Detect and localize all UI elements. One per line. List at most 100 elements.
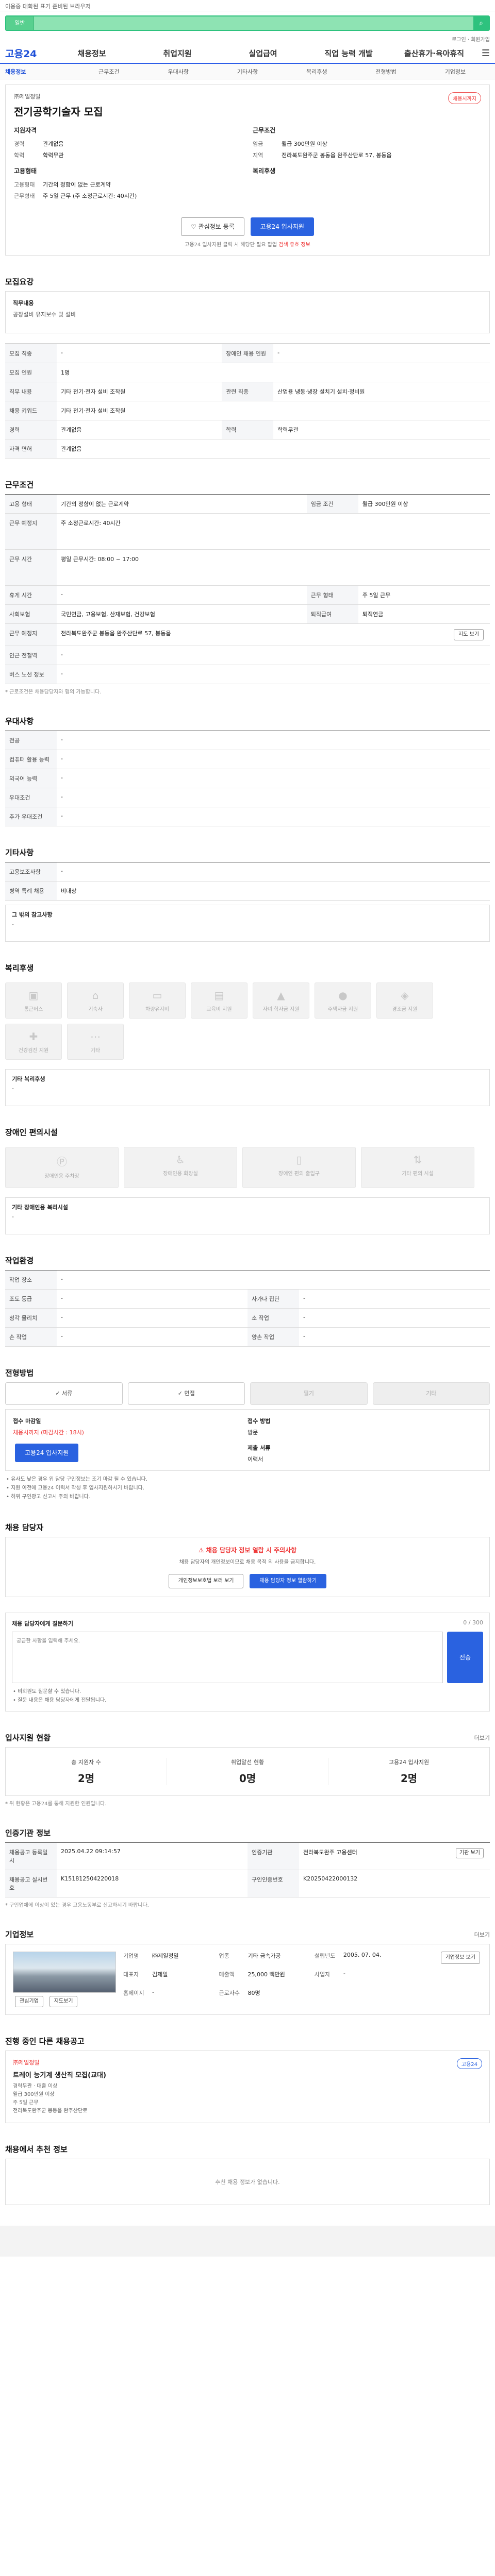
search-input[interactable] [34, 16, 473, 30]
tab-recruit[interactable]: 채용정보 [5, 67, 74, 76]
cell-value: 퇴직연금 [358, 604, 490, 624]
search-category[interactable]: 일반 [6, 16, 34, 30]
gnb-item-benefit[interactable]: 실업급여 [223, 48, 303, 59]
like-button[interactable]: ♡ 관심정보 등록 [181, 217, 244, 236]
qa-note: • 질문 내용은 채용 담당자에게 전달됩니다. [13, 1698, 107, 1703]
kv-label: 경력 [14, 141, 25, 147]
apply-note-link[interactable]: 검색 유효 정보 [278, 242, 310, 248]
corp-actions: 기업정보 보기 [420, 1952, 482, 2007]
cell-value: 기간의 정함이 없는 근로계약 [57, 494, 307, 514]
stats-more-link[interactable]: 더보기 [474, 1734, 490, 1742]
cell-value: - [57, 807, 490, 826]
section-title: 모집요강 [5, 277, 34, 286]
stat-label: 고용24 입사지원 [388, 1759, 430, 1766]
tab-pref[interactable]: 우대사항 [144, 67, 213, 76]
cell-value: - [57, 1327, 248, 1347]
apply-info-box: 접수 마감일 채용시까지 (마감시간 : 18시) 고용24 입사지원 접수 방… [5, 1409, 490, 1471]
map-button[interactable]: 지도 보기 [454, 629, 484, 640]
env-table: 작업 장소 - 조도 등급 - 사가나 집단 - 청각 물리치 - 소 작업 - 손 작업 - 양… [5, 1270, 490, 1347]
cell-label: 우대조건 [5, 788, 57, 807]
cell-label: 버스 노선 정보 [5, 665, 57, 684]
house-icon: ⌂ [92, 989, 99, 1002]
table-row: 근무 예정지 주 소정근로시간: 40시간 [5, 513, 490, 550]
summary-employ-title: 고용형태 [14, 167, 37, 175]
cell-value: - [57, 769, 490, 788]
section-method: 전형방법 ✓ 서류 ✓ 면접 필기 기타 접수 마감일 채용시까지 (마감시간 … [0, 1367, 495, 1501]
job-title: 전기공학기술자 모집 [14, 106, 103, 118]
manager-warn: ⚠ 채용 담당자 정보 열람 시 주의사항 [14, 1546, 481, 1554]
section-manager: 채용 담당자 ⚠ 채용 담당자 정보 열람 시 주의사항 채용 담당자의 개인정… [0, 1522, 495, 1597]
cell-value: K20250422000132 [303, 1875, 358, 1882]
company-photo [13, 1952, 116, 1993]
cell-value: 기타 전기·전자 설비 조작원 [57, 382, 222, 401]
stat-label: 취업알선 현황 [230, 1759, 265, 1766]
gnb-item-leave[interactable]: 출산휴가·육아휴직 [394, 48, 474, 59]
tab-corp[interactable]: 기업정보 [421, 67, 490, 76]
job-desc-title: 직무내용 [13, 300, 34, 307]
elevator-icon: ⇅ [413, 1154, 422, 1166]
cell-label: 근무 형태 [306, 585, 358, 605]
view-manager-button[interactable]: 채용 담당자 정보 열람하기 [250, 1574, 327, 1588]
company-name[interactable]: ㈜제일정밀 [14, 92, 481, 100]
reginfo-table: 채용공고 등록일시 2025.04.22 09:14:57 인증기관 전라북도완주 … [5, 1842, 490, 1870]
kv-value: 80명 [248, 1990, 260, 1996]
other-company[interactable]: ㈜제일정밀 [13, 2058, 482, 2066]
welfare-tile-label: 경조금 지원 [392, 1007, 418, 1012]
corp-map-button[interactable]: 지도보기 [49, 1996, 78, 2007]
tab-welfare[interactable]: 복리후생 [282, 67, 351, 76]
agency-button[interactable]: 기관 보기 [456, 1848, 484, 1858]
section-title: 입사지원 현황 [5, 1733, 51, 1742]
section-title: 전형방법 [5, 1368, 34, 1378]
table-row: 손 작업 - 양손 작업 - [5, 1327, 490, 1347]
tab-etc[interactable]: 기타사항 [213, 67, 282, 76]
parking-icon: Ⓟ [57, 1156, 67, 1168]
other-title[interactable]: 트레이 능기계 생산직 모집(교대) [13, 2070, 482, 2079]
cell-label: 인근 전철역 [5, 646, 57, 665]
cell-label: 근무 예정지 [5, 623, 57, 646]
cell-value: - [57, 750, 490, 769]
welfare-tile-label: 기숙사 [88, 1007, 103, 1012]
gnb-item-recruit[interactable]: 채용정보 [52, 48, 132, 59]
corp-info-button[interactable]: 기업정보 보기 [440, 1952, 480, 1964]
summary-condition: 근무조건 임금 월급 300만원 이상 지역 전라북도완주군 봉동읍 완주산단로 5… [253, 126, 481, 203]
apply-method-col: 접수 방법 방문 제출 서류 이력서 [248, 1417, 482, 1463]
empty-message: 추천 채용 정보가 없습니다. [5, 2159, 490, 2205]
site-logo[interactable]: 고용24 [5, 46, 46, 60]
gnb-item-training[interactable]: 직업 능력 개발 [308, 48, 389, 59]
cell-label: 채용공고 실시번호 [5, 1870, 57, 1897]
cell-label: 임금 조건 [306, 494, 358, 514]
menu-icon[interactable]: ☰ [480, 48, 490, 59]
search-box: 일반 ⌕ [5, 15, 490, 31]
section-title: 진행 중인 다른 채용공고 [5, 2037, 85, 2046]
apply-button[interactable]: 고용24 입사지원 [250, 217, 314, 236]
doc-value: 이력서 [248, 1456, 263, 1463]
table-row: 청각 물리치 - 소 작업 - [5, 1308, 490, 1328]
like-company-button[interactable]: 관심기업 [15, 1996, 43, 2007]
cell-value: 학력무관 [273, 420, 490, 439]
cell-label: 장애인 채용 인원 [222, 344, 274, 363]
other-job-card[interactable]: 고용24 ㈜제일정밀 트레이 능기계 생산직 모집(교대) 경력무관 · 대졸 … [5, 2050, 490, 2123]
stats-box: 총 지원자 수 2명 취업알선 현황 0명 고용24 입사지원 2명 [5, 1747, 490, 1796]
note-item: • 유사도 낮은 경우 위 담당 구인정보는 조기 마감 될 수 있습니다. [6, 1477, 148, 1482]
tab-method[interactable]: 전형방법 [351, 67, 420, 76]
corp-more-link[interactable]: 더보기 [474, 1930, 490, 1939]
util-links[interactable]: 로그인 · 회원가입 [0, 35, 495, 43]
search-bar: 일반 ⌕ [0, 11, 495, 35]
qa-send-button[interactable]: 전송 [447, 1632, 483, 1683]
summary-welfare-title: 복리후생 [253, 167, 276, 175]
table-row: 휴게 시간 - 근무 형태 주 5일 근무 [5, 585, 490, 605]
apply-note: 고용24 입사지원 클릭 시 해당단 필요 팝업 검색 유효 정보 [14, 240, 481, 248]
cell-label: 채용공고 등록일시 [5, 1843, 57, 1870]
cell-value: 국민연금, 고용보험, 산재보험, 건강보험 [57, 604, 307, 624]
stat-item: 고용24 입사지원 2명 [328, 1758, 489, 1785]
privacy-law-button[interactable]: 개인정보보호법 보러 보기 [168, 1574, 244, 1588]
apply-method-label: 접수 방법 [248, 1418, 271, 1425]
apply-button-bottom[interactable]: 고용24 입사지원 [15, 1444, 79, 1462]
cell-label: 컴퓨터 활용 능력 [5, 750, 57, 769]
section-title-row: 입사지원 현황 더보기 [5, 1732, 490, 1743]
qa-textarea[interactable] [12, 1632, 443, 1683]
search-icon[interactable]: ⌕ [473, 16, 489, 30]
gnb-item-support[interactable]: 취업지원 [137, 48, 218, 59]
tab-work[interactable]: 근무조건 [74, 67, 143, 76]
summary-condition-title: 근무조건 [253, 127, 276, 134]
